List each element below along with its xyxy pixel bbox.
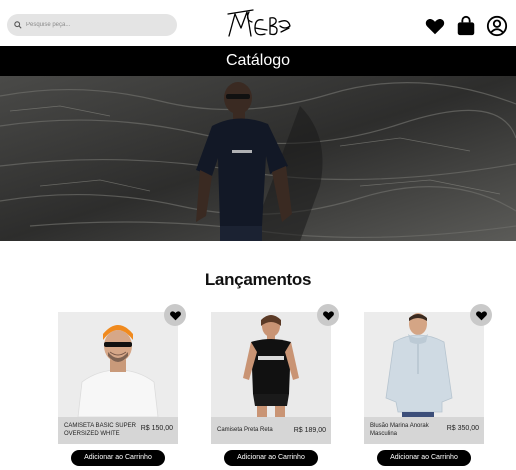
add-to-cart-button[interactable]: Adicionar ao Carrinho bbox=[224, 450, 318, 466]
hero-image bbox=[0, 76, 516, 241]
product-card[interactable]: Blusão Marina Anorak Masculina R$ 350,00 bbox=[364, 312, 484, 444]
product-price: R$ 150,00 bbox=[140, 425, 173, 432]
favorite-heart-icon bbox=[169, 310, 181, 320]
page-title: Catálogo bbox=[0, 46, 516, 76]
user-icon[interactable] bbox=[486, 15, 508, 37]
heart-icon[interactable] bbox=[424, 15, 446, 37]
product-name: Blusão Marina Anorak Masculina bbox=[370, 423, 429, 437]
product-price: R$ 350,00 bbox=[446, 425, 479, 432]
add-to-cart-button[interactable]: Adicionar ao Carrinho bbox=[377, 450, 471, 466]
product-card[interactable]: Camiseta Preta Reta R$ 189,00 bbox=[211, 312, 331, 444]
add-to-cart-button[interactable]: Adicionar ao Carrinho bbox=[71, 450, 165, 466]
shopping-bag-icon[interactable] bbox=[455, 15, 477, 37]
product-price: R$ 189,00 bbox=[293, 427, 326, 434]
favorite-button[interactable] bbox=[317, 304, 339, 326]
product-info: CAMISETA BASIC SUPER OVERSIZED WHITE R$ … bbox=[58, 417, 178, 444]
product-info: Camiseta Preta Reta R$ 189,00 bbox=[211, 417, 331, 444]
product-image bbox=[364, 312, 484, 417]
product-card[interactable]: CAMISETA BASIC SUPER OVERSIZED WHITE R$ … bbox=[58, 312, 178, 444]
section-title: Lançamentos bbox=[204, 270, 312, 289]
product-info: Blusão Marina Anorak Masculina R$ 350,00 bbox=[364, 417, 484, 444]
favorite-button[interactable] bbox=[470, 304, 492, 326]
favorite-heart-icon bbox=[475, 310, 487, 320]
search-input[interactable] bbox=[26, 22, 166, 28]
product-image bbox=[211, 312, 331, 417]
brand-logo[interactable] bbox=[225, 6, 293, 42]
header bbox=[0, 0, 516, 46]
search-icon bbox=[14, 16, 22, 34]
favorite-heart-icon bbox=[322, 310, 334, 320]
search-bar[interactable] bbox=[7, 14, 177, 36]
hero-banner bbox=[0, 76, 516, 241]
product-name: Camiseta Preta Reta bbox=[217, 427, 273, 433]
product-image bbox=[58, 312, 178, 418]
product-name: CAMISETA BASIC SUPER OVERSIZED WHITE bbox=[64, 423, 136, 437]
favorite-button[interactable] bbox=[164, 304, 186, 326]
